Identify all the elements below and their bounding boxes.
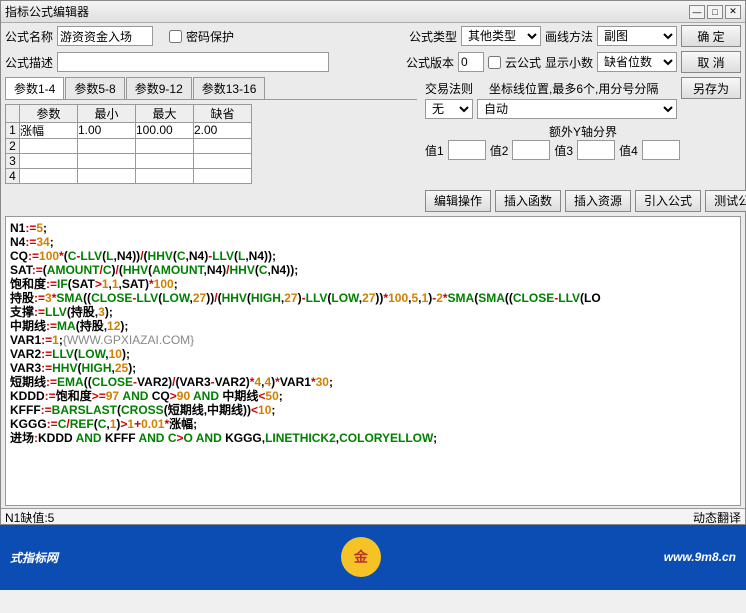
tab-params-5-8[interactable]: 参数5-8 xyxy=(65,77,124,99)
coord-hint-label: 坐标线位置,最多6个,用分号分隔 xyxy=(489,80,658,97)
formula-name-label: 公式名称 xyxy=(5,28,53,45)
param-min-input[interactable] xyxy=(78,123,134,137)
statusbar: N1缺值:5 动态翻译 xyxy=(1,508,745,524)
password-protect-checkbox[interactable] xyxy=(169,30,182,43)
param-max-input[interactable] xyxy=(136,169,192,183)
val1-input[interactable] xyxy=(448,140,486,160)
coord-mode-select[interactable]: 自动 xyxy=(477,99,677,119)
param-def-input[interactable] xyxy=(194,123,250,137)
formula-desc-input[interactable] xyxy=(57,52,329,72)
cancel-button[interactable]: 取 消 xyxy=(681,51,741,73)
draw-method-label: 画线方法 xyxy=(545,28,593,45)
param-max-input[interactable] xyxy=(136,139,192,153)
param-min-input[interactable] xyxy=(78,139,134,153)
param-max-input[interactable] xyxy=(136,154,192,168)
formula-type-label: 公式类型 xyxy=(409,28,457,45)
param-def-input[interactable] xyxy=(194,154,250,168)
param-def-input[interactable] xyxy=(194,169,250,183)
param-max-input[interactable] xyxy=(136,123,192,137)
formula-version-label: 公式版本 xyxy=(406,54,454,71)
param-header-name: 参数 xyxy=(20,105,78,123)
param-row: 4 xyxy=(6,168,252,183)
param-name-input[interactable] xyxy=(20,154,76,168)
param-name-input[interactable] xyxy=(20,169,76,183)
param-row: 1 xyxy=(6,123,252,139)
edit-op-button[interactable]: 编辑操作 xyxy=(425,190,491,212)
show-decimals-label: 显示小数 xyxy=(545,54,593,71)
banner-left: 式指标网 xyxy=(10,549,58,566)
status-left: N1缺值:5 xyxy=(5,509,54,524)
val1-label: 值1 xyxy=(425,142,444,159)
val4-label: 值4 xyxy=(619,142,638,159)
formula-version-input[interactable] xyxy=(458,52,484,72)
titlebar: 指标公式编辑器 — □ ✕ xyxy=(1,1,745,23)
show-decimals-select[interactable]: 缺省位数 xyxy=(597,52,677,72)
test-formula-button[interactable]: 测试公式 xyxy=(705,190,746,212)
param-header-def: 缺省 xyxy=(194,105,252,123)
insert-fn-button[interactable]: 插入函数 xyxy=(495,190,561,212)
tab-params-1-4[interactable]: 参数1-4 xyxy=(5,77,64,99)
saveas-button[interactable]: 另存为 xyxy=(681,77,741,99)
val4-input[interactable] xyxy=(642,140,680,160)
tab-params-9-12[interactable]: 参数9-12 xyxy=(126,77,192,99)
draw-method-select[interactable]: 副图 xyxy=(597,26,677,46)
param-tabs: 参数1-4 参数5-8 参数9-12 参数13-16 xyxy=(5,77,417,100)
close-button[interactable]: ✕ xyxy=(725,5,741,19)
banner-logo-icon: 金 xyxy=(341,537,381,577)
formula-type-select[interactable]: 其他类型 xyxy=(461,26,541,46)
val2-input[interactable] xyxy=(512,140,550,160)
code-editor[interactable]: N1:=5;N4:=34;CQ:=100*(C-LLV(L,N4))/(HHV(… xyxy=(5,216,741,506)
formula-name-input[interactable] xyxy=(57,26,153,46)
param-table: 参数最小最大缺省 1 2 3 4 xyxy=(5,104,252,184)
val3-label: 值3 xyxy=(554,142,573,159)
cloud-formula-checkbox[interactable] xyxy=(488,56,501,69)
param-min-input[interactable] xyxy=(78,154,134,168)
maximize-button[interactable]: □ xyxy=(707,5,723,19)
val2-label: 值2 xyxy=(490,142,509,159)
trade-rule-label: 交易法则 xyxy=(425,80,473,97)
cloud-formula-label: 云公式 xyxy=(505,54,541,71)
ok-button[interactable]: 确 定 xyxy=(681,25,741,47)
param-name-input[interactable] xyxy=(20,139,76,153)
trade-rule-select[interactable]: 无 xyxy=(425,99,473,119)
insert-res-button[interactable]: 插入资源 xyxy=(565,190,631,212)
param-name-input[interactable] xyxy=(20,123,76,137)
val3-input[interactable] xyxy=(577,140,615,160)
param-min-input[interactable] xyxy=(78,169,134,183)
tab-params-13-16[interactable]: 参数13-16 xyxy=(193,77,266,99)
window-title: 指标公式编辑器 xyxy=(5,3,687,20)
extra-y-label: 额外Y轴分界 xyxy=(549,123,617,140)
param-header-min: 最小 xyxy=(78,105,136,123)
param-row: 2 xyxy=(6,138,252,153)
password-protect-label: 密码保护 xyxy=(186,28,234,45)
param-header-max: 最大 xyxy=(136,105,194,123)
minimize-button[interactable]: — xyxy=(689,5,705,19)
banner-right: www.9m8.cn xyxy=(664,550,736,564)
watermark-banner: 式指标网 金 www.9m8.cn xyxy=(0,525,746,590)
import-formula-button[interactable]: 引入公式 xyxy=(635,190,701,212)
status-right: 动态翻译 xyxy=(693,509,741,524)
param-def-input[interactable] xyxy=(194,139,250,153)
param-row: 3 xyxy=(6,153,252,168)
formula-desc-label: 公式描述 xyxy=(5,54,53,71)
